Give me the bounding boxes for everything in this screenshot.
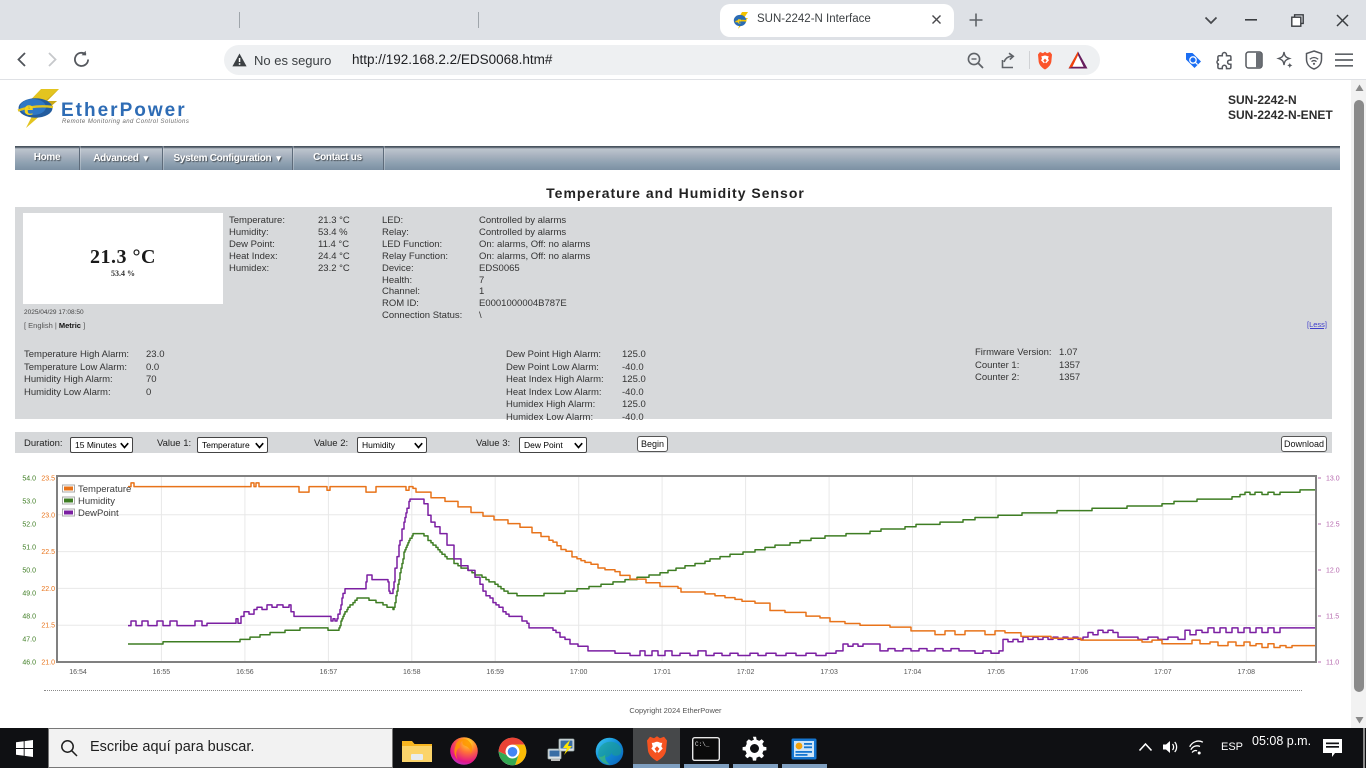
svg-text:12.5: 12.5 [1326, 522, 1340, 529]
svg-text:11.5: 11.5 [1326, 614, 1339, 621]
svg-text:16:57: 16:57 [320, 669, 338, 676]
svg-text:23.5: 23.5 [41, 476, 55, 483]
svg-text:23.0: 23.0 [41, 512, 55, 519]
svg-text:16:58: 16:58 [403, 669, 421, 676]
svg-text:C:\_: C:\_ [695, 741, 710, 748]
svg-text:17:05: 17:05 [987, 669, 1005, 676]
svg-text:12.0: 12.0 [1326, 568, 1340, 575]
svg-text:Humidity: Humidity [78, 496, 115, 507]
svg-text:21.0: 21.0 [41, 660, 55, 667]
svg-text:17:01: 17:01 [653, 669, 671, 676]
svg-text:21.5: 21.5 [41, 623, 55, 630]
svg-text:46.0: 46.0 [22, 660, 36, 667]
svg-text:11.0: 11.0 [1326, 660, 1339, 667]
svg-text:17:00: 17:00 [570, 669, 588, 676]
svg-text:22.5: 22.5 [41, 549, 55, 556]
svg-text:48.0: 48.0 [22, 614, 36, 621]
svg-text:17:06: 17:06 [1071, 669, 1089, 676]
svg-text:16:55: 16:55 [153, 669, 171, 676]
svg-text:e: e [24, 96, 33, 120]
svg-text:54.0: 54.0 [22, 476, 36, 483]
svg-text:17:04: 17:04 [904, 669, 922, 676]
svg-text:17:08: 17:08 [1238, 669, 1256, 676]
svg-text:22.0: 22.0 [41, 586, 55, 593]
svg-text:50.0: 50.0 [22, 568, 36, 575]
svg-text:49.0: 49.0 [22, 591, 36, 598]
svg-text:DewPoint: DewPoint [78, 508, 119, 519]
svg-text:17:07: 17:07 [1154, 669, 1172, 676]
svg-text:52.0: 52.0 [22, 522, 36, 529]
svg-text:17:02: 17:02 [737, 669, 755, 676]
svg-text:47.0: 47.0 [22, 637, 36, 644]
svg-text:13.0: 13.0 [1326, 476, 1340, 483]
svg-text:16:54: 16:54 [69, 669, 87, 676]
svg-text:17:03: 17:03 [820, 669, 838, 676]
svg-text:51.0: 51.0 [22, 545, 36, 552]
svg-text:16:59: 16:59 [486, 669, 504, 676]
svg-text:16:56: 16:56 [236, 669, 254, 676]
svg-text:53.0: 53.0 [22, 499, 36, 506]
svg-text:e: e [737, 16, 741, 26]
svg-text:Temperature: Temperature [78, 484, 131, 495]
